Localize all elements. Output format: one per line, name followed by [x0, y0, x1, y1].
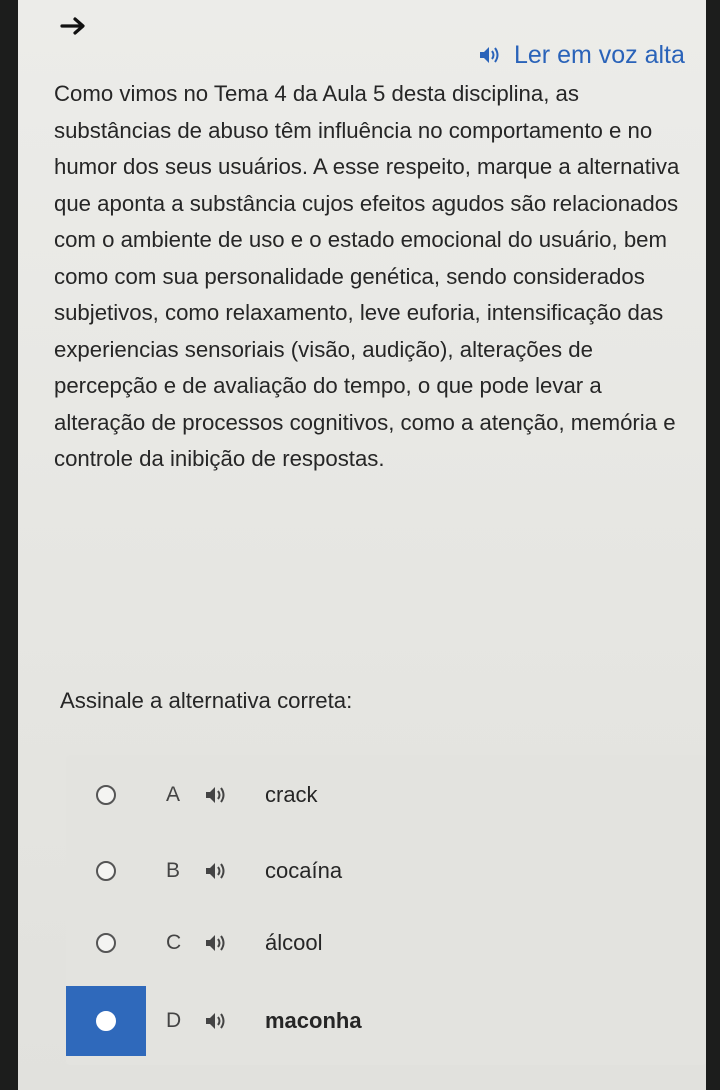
option-text: maconha — [265, 1008, 362, 1033]
radio-button[interactable] — [96, 1011, 116, 1031]
option-letter: B — [166, 859, 181, 882]
option-b-radio-area[interactable] — [66, 836, 146, 906]
screen: Ler em voz alta Como vimos no Tema 4 da … — [18, 0, 706, 1090]
question-text: Como vimos no Tema 4 da Aula 5 desta dis… — [54, 81, 680, 471]
option-a[interactable]: A crack — [66, 760, 686, 830]
option-letter: D — [166, 1009, 182, 1032]
speaker-icon — [480, 47, 499, 63]
speaker-icon[interactable] — [204, 785, 230, 805]
speaker-icon[interactable] — [204, 1011, 230, 1031]
option-letter: A — [166, 783, 181, 806]
read-aloud-button[interactable]: Ler em voz alta — [478, 38, 685, 72]
option-text: álcool — [265, 930, 323, 955]
speaker-icon[interactable] — [204, 861, 230, 881]
option-letter: C — [166, 931, 182, 954]
option-a-radio-area[interactable] — [66, 760, 146, 830]
option-c-radio-area[interactable] — [66, 908, 146, 978]
option-b[interactable]: B cocaína — [66, 836, 686, 906]
read-aloud-label: Ler em voz alta — [514, 40, 685, 69]
option-c[interactable]: C álcool — [66, 908, 686, 978]
option-d[interactable]: D maconha — [66, 986, 686, 1056]
option-text: crack — [265, 782, 318, 807]
answer-prompt: Assinale a alternativa correta: — [60, 688, 353, 713]
arrow-right-icon[interactable] — [58, 10, 90, 42]
radio-button[interactable] — [96, 861, 116, 881]
option-d-radio-area[interactable] — [66, 986, 146, 1056]
radio-button[interactable] — [96, 785, 116, 805]
option-text: cocaína — [265, 858, 343, 883]
speaker-icon[interactable] — [204, 933, 230, 953]
radio-button[interactable] — [96, 933, 116, 953]
